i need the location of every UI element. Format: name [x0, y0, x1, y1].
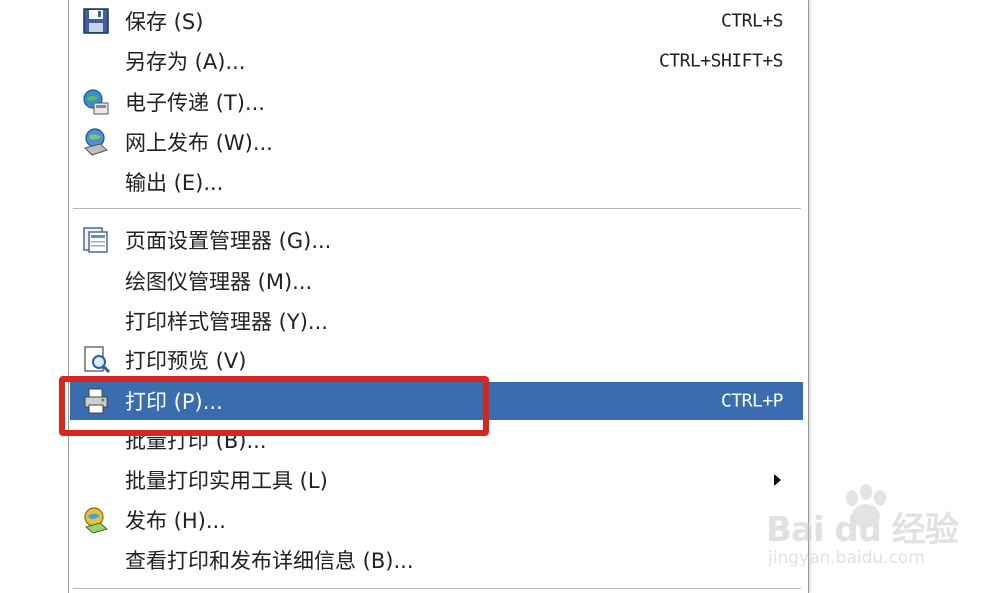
menu-item-label: 打印样式管理器 (Y)...: [125, 310, 328, 334]
menu-item-shortcut: CTRL+S: [720, 10, 784, 32]
annotation-highlight-box: [59, 376, 489, 436]
menu-item-label: 输出 (E)...: [125, 171, 224, 195]
menu-item-label: 打印预览 (V): [125, 349, 247, 373]
menu-separator: [73, 588, 801, 590]
page-setup-icon: [80, 224, 112, 256]
menu-item-view-plot-details[interactable]: 查看打印和发布详细信息 (B)...: [70, 541, 803, 579]
etransmit-icon: [80, 86, 112, 118]
menu-item-page-setup[interactable]: 页面设置管理器 (G)...: [70, 221, 803, 259]
menu-item-plot-style-manager[interactable]: 打印样式管理器 (Y)...: [70, 302, 803, 340]
menu-item-label: 批量打印实用工具 (L): [125, 469, 328, 493]
file-menu: 保存 (S) CTRL+S 另存为 (A)... CTRL+SHIFT+S 电子…: [68, 0, 809, 593]
publish-web-icon: [80, 126, 112, 158]
menu-item-label: 保存 (S): [125, 10, 204, 34]
menu-item-export[interactable]: 输出 (E)...: [70, 163, 803, 201]
menu-item-print-preview[interactable]: 打印预览 (V): [70, 341, 803, 379]
menu-item-label: 发布 (H)...: [125, 509, 226, 533]
menu-item-shortcut: CTRL+P: [720, 390, 784, 412]
menu-item-label: 查看打印和发布详细信息 (B)...: [125, 549, 414, 573]
publish-icon: [80, 504, 112, 536]
watermark-logo-text: Bai du 经验: [766, 510, 959, 550]
menu-item-plotter-manager[interactable]: 绘图仪管理器 (M)...: [70, 262, 803, 300]
menu-item-label: 绘图仪管理器 (M)...: [125, 270, 313, 294]
menu-item-publish[interactable]: 发布 (H)...: [70, 501, 803, 539]
menu-item-label: 另存为 (A)...: [125, 50, 246, 74]
menu-item-publish-web[interactable]: 网上发布 (W)...: [70, 123, 803, 161]
menu-item-etransmit[interactable]: 电子传递 (T)...: [70, 83, 803, 121]
menu-item-label: 网上发布 (W)...: [125, 131, 273, 155]
menu-item-save-as[interactable]: 另存为 (A)... CTRL+SHIFT+S: [70, 42, 803, 80]
menu-separator: [73, 208, 801, 210]
menu-item-label: 电子传递 (T)...: [125, 91, 265, 115]
menu-item-shortcut: CTRL+SHIFT+S: [658, 50, 784, 72]
print-preview-icon: [80, 344, 112, 376]
menu-item-save[interactable]: 保存 (S) CTRL+S: [70, 2, 803, 40]
baidu-jingyan-watermark: Bai du 经验 jingyan.baidu.com: [760, 480, 970, 580]
menu-item-batch-plot-utility[interactable]: 批量打印实用工具 (L): [70, 461, 803, 499]
save-icon: [80, 5, 112, 37]
watermark-url: jingyan.baidu.com: [768, 548, 925, 568]
menu-item-label: 页面设置管理器 (G)...: [125, 229, 332, 253]
